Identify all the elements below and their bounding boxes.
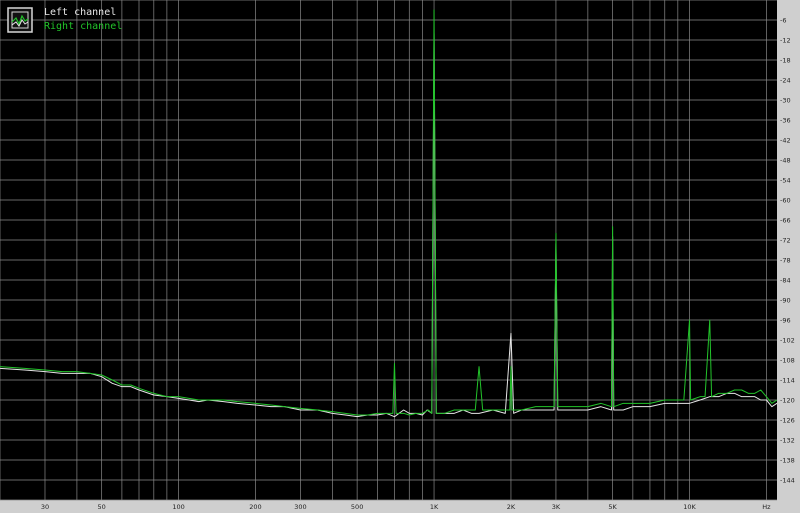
y-tick-label: -60 — [780, 196, 791, 204]
spectrum-icon — [7, 7, 33, 33]
x-tick-label: 30 — [41, 503, 49, 511]
y-tick-label: -72 — [780, 236, 791, 244]
y-tick-label: -84 — [780, 276, 791, 284]
x-tick-label: 50 — [98, 503, 106, 511]
y-tick-label: -48 — [780, 156, 791, 164]
y-tick-label: -102 — [780, 336, 795, 344]
x-tick-label: 10K — [683, 503, 696, 511]
y-tick-label: -24 — [780, 76, 791, 84]
x-axis: 30 50 100 200 300 500 1K 2K 3K 5K 10K Hz — [41, 503, 771, 511]
x-tick-label: 1K — [430, 503, 439, 511]
x-tick-label: 500 — [351, 503, 363, 511]
y-tick-label: -126 — [780, 416, 795, 424]
y-tick-label: -114 — [780, 376, 795, 384]
x-tick-label: 3K — [552, 503, 561, 511]
spectrum-chart: 30 50 100 200 300 500 1K 2K 3K 5K 10K Hz -6 -12 -18 -2… — [0, 0, 795, 511]
y-tick-label: -36 — [780, 116, 791, 124]
legend-item-left-channel: Left channel — [44, 7, 116, 18]
y-tick-label: -42 — [780, 136, 791, 144]
y-tick-label: -120 — [780, 396, 795, 404]
x-tick-label: 5K — [608, 503, 617, 511]
y-tick-label: -30 — [780, 96, 791, 104]
x-tick-label: 200 — [249, 503, 261, 511]
y-tick-label: -78 — [780, 256, 791, 264]
y-tick-label: -138 — [780, 456, 795, 464]
plot-area — [0, 0, 777, 500]
y-tick-label: -90 — [780, 296, 791, 304]
y-tick-label: -18 — [780, 56, 791, 64]
y-tick-label: -12 — [780, 36, 791, 44]
y-tick-label: -66 — [780, 216, 791, 224]
y-tick-label: -54 — [780, 176, 791, 184]
x-tick-label: 2K — [507, 503, 516, 511]
legend-item-right-channel: Right channel — [44, 21, 122, 32]
y-tick-label: -132 — [780, 436, 795, 444]
x-tick-label: 300 — [294, 503, 306, 511]
x-tick-label: Hz — [762, 503, 771, 511]
y-axis: -6 -12 -18 -24 -30 -36 -42 -48 -54 -60 -66 -72 -78 -8… — [780, 16, 795, 484]
y-tick-label: -108 — [780, 356, 795, 364]
y-tick-label: -96 — [780, 316, 791, 324]
x-tick-label: 100 — [172, 503, 184, 511]
y-tick-label: -6 — [780, 16, 786, 24]
y-tick-label: -144 — [780, 476, 795, 484]
spectrum-analyzer-window: 30 50 100 200 300 500 1K 2K 3K 5K 10K Hz -6 -12 -18 -2… — [0, 0, 800, 513]
